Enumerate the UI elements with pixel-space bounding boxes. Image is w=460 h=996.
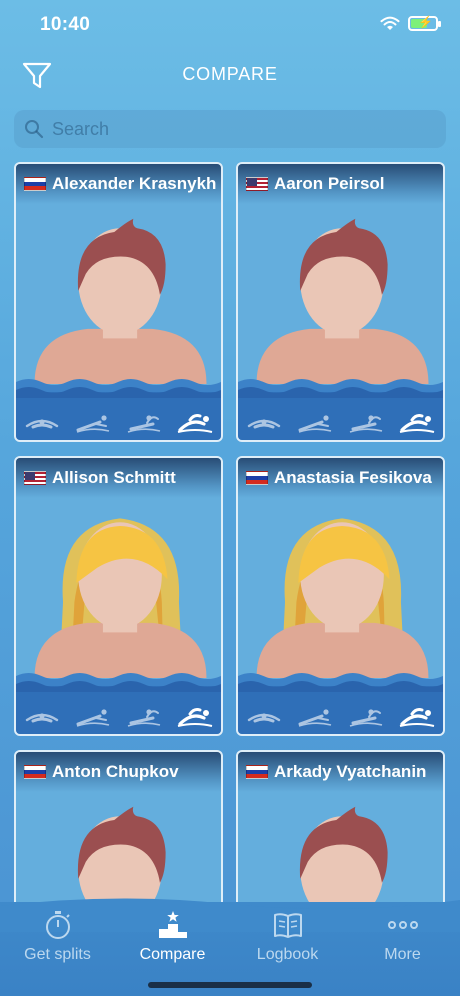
backstroke-icon[interactable] [125, 412, 163, 434]
backstroke-icon[interactable] [125, 706, 163, 728]
backstroke-icon[interactable] [347, 706, 385, 728]
search-bar[interactable] [14, 110, 446, 148]
freestyle-icon[interactable] [398, 412, 436, 434]
flag-russia-icon [246, 765, 268, 779]
swimmer-name-row: Alexander Krasnykh [24, 174, 216, 194]
page-title: COMPARE [182, 64, 278, 84]
freestyle-icon[interactable] [398, 706, 436, 728]
swimmer-name: Anastasia Fesikova [274, 468, 432, 487]
more-dots-icon [387, 921, 418, 929]
swimmer-avatar [77, 806, 166, 902]
swimmer-name: Allison Schmitt [52, 468, 176, 487]
swimmer-card[interactable]: Anastasia Fesikova [236, 456, 445, 736]
stroke-icons-row [16, 706, 221, 728]
swimmer-name-row: Allison Schmitt [24, 468, 176, 488]
status-bar: 10:40 ⚡ [0, 0, 460, 50]
breaststroke-icon[interactable] [74, 706, 112, 728]
swimmer-card[interactable]: Alexander Krasnykh [14, 162, 223, 442]
search-icon [25, 120, 44, 139]
battery-icon: ⚡ [408, 15, 441, 31]
tab-label: Compare [139, 946, 206, 963]
swimmer-avatar [299, 806, 388, 902]
tab-label: Logbook [256, 946, 319, 963]
swimmer-avatar [34, 518, 207, 678]
tab-label: Get splits [24, 946, 91, 963]
butterfly-icon[interactable] [245, 706, 283, 728]
tab-compare[interactable]: Compare [115, 908, 230, 964]
stroke-icons-row [238, 412, 443, 434]
flag-usa-icon [246, 177, 268, 191]
flag-russia-icon [24, 177, 46, 191]
search-input[interactable] [52, 118, 432, 140]
butterfly-icon[interactable] [245, 412, 283, 434]
swimmer-card[interactable]: Arkady Vyatchanin [236, 750, 445, 902]
swimmer-name: Aaron Peirsol [274, 174, 385, 193]
status-time: 10:40 [40, 14, 91, 35]
flag-russia-icon [246, 471, 268, 485]
freestyle-icon[interactable] [176, 412, 214, 434]
flag-russia-icon [24, 765, 46, 779]
wifi-icon [380, 16, 400, 30]
butterfly-icon[interactable] [23, 412, 61, 434]
stroke-icons-row [16, 412, 221, 434]
swimmer-avatar [256, 218, 429, 384]
backstroke-icon[interactable] [347, 412, 385, 434]
swimmer-name-row: Arkady Vyatchanin [246, 762, 426, 782]
swimmer-name-row: Anastasia Fesikova [246, 468, 432, 488]
swimmer-avatar [34, 218, 207, 384]
podium-icon [158, 911, 187, 938]
stroke-icons-row [238, 706, 443, 728]
swimmer-grid: Alexander Krasnykh Aaron Peirsol Allison… [14, 162, 446, 902]
breaststroke-icon[interactable] [296, 412, 334, 434]
stopwatch-icon [45, 911, 70, 939]
tab-logbook[interactable]: Logbook [230, 908, 345, 964]
swimmer-avatar [256, 518, 429, 678]
flag-usa-icon [24, 471, 46, 485]
tab-get-splits[interactable]: Get splits [0, 908, 115, 964]
swimmer-name: Arkady Vyatchanin [274, 762, 427, 781]
tab-label: More [384, 946, 421, 963]
swimmer-name-row: Anton Chupkov [24, 762, 179, 782]
swimmer-card[interactable]: Aaron Peirsol [236, 162, 445, 442]
breaststroke-icon[interactable] [296, 706, 334, 728]
swimmer-card[interactable]: Anton Chupkov [14, 750, 223, 902]
breaststroke-icon[interactable] [74, 412, 112, 434]
tab-more[interactable]: More [345, 908, 460, 964]
swimmer-name: Anton Chupkov [52, 762, 179, 781]
swimmer-name-row: Aaron Peirsol [246, 174, 385, 194]
swimmer-name: Alexander Krasnykh [52, 174, 217, 193]
freestyle-icon[interactable] [176, 706, 214, 728]
header: COMPARE [0, 52, 460, 96]
book-icon [273, 913, 302, 938]
home-indicator [148, 982, 312, 988]
status-icons: ⚡ [380, 15, 441, 31]
swimmer-card[interactable]: Allison Schmitt [14, 456, 223, 736]
butterfly-icon[interactable] [23, 706, 61, 728]
